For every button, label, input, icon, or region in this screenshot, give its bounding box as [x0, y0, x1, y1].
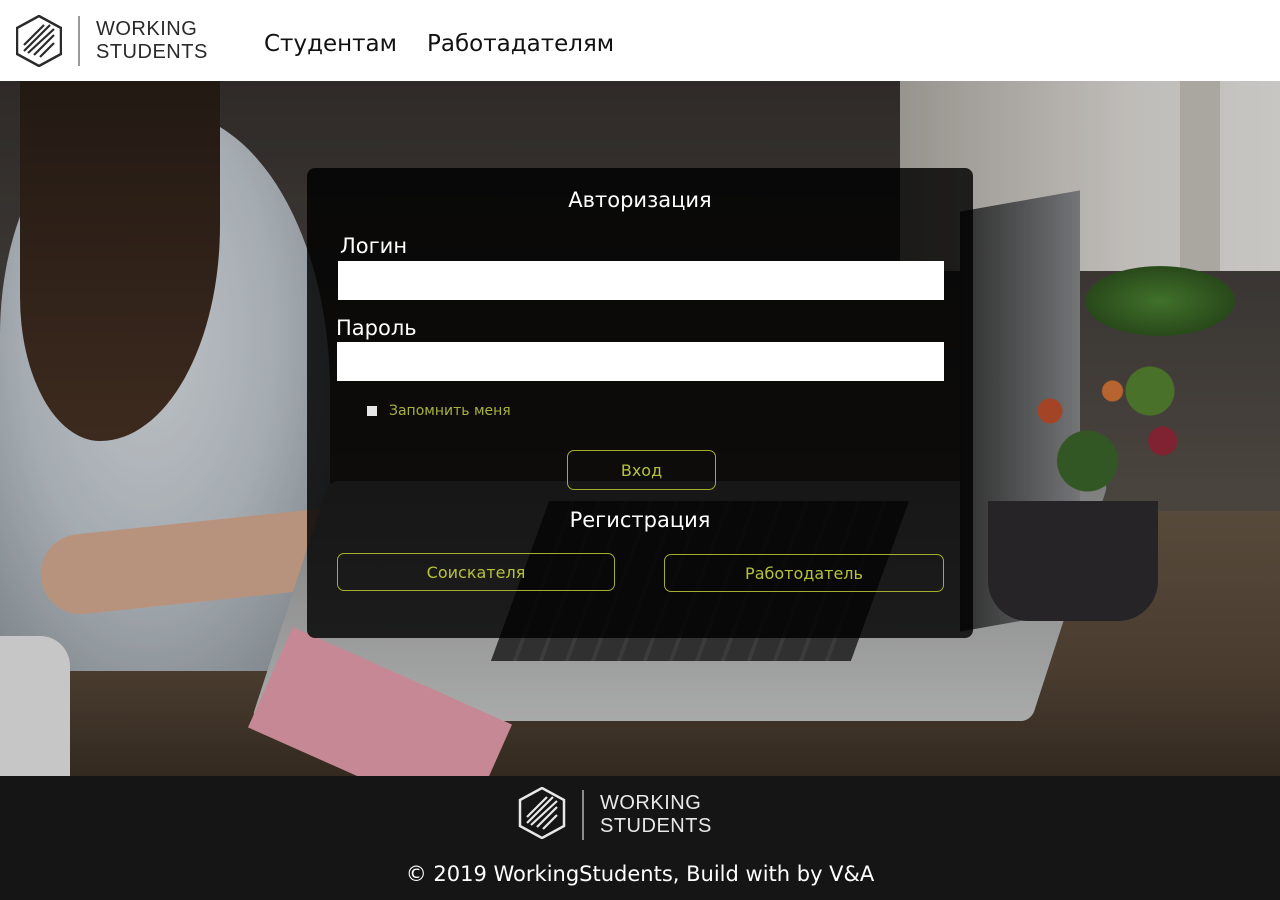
footer-logo-divider [582, 790, 584, 840]
login-title: Авторизация [568, 188, 712, 212]
remember-me-label: Запомнить меня [389, 403, 511, 419]
register-employer-button[interactable]: Работодатель [664, 554, 944, 592]
login-input[interactable] [338, 261, 944, 300]
nav-employers-link[interactable]: Работадателям [427, 29, 614, 59]
logo-mark-icon [16, 15, 62, 67]
footer-logo-line-2: STUDENTS [600, 815, 712, 837]
logo-divider [78, 16, 80, 66]
site-footer: WORKING STUDENTS © 2019 WorkingStudents,… [0, 776, 1280, 900]
password-label: Пароль [336, 316, 417, 340]
footer-logo[interactable]: WORKING STUDENTS [518, 786, 712, 843]
login-label: Логин [340, 234, 408, 258]
remember-me-checkbox[interactable]: Запомнить меня [367, 403, 511, 419]
login-submit-button[interactable]: Вход [567, 450, 716, 490]
copyright-text: © 2019 WorkingStudents, Build with by V&… [405, 862, 875, 886]
nav-students-link[interactable]: Студентам [264, 29, 397, 59]
checkbox-square[interactable] [367, 406, 377, 416]
footer-logo-mark-icon [518, 786, 566, 843]
registration-title: Регистрация [569, 508, 711, 532]
site-header: WORKING STUDENTS Студентам Работадателям [0, 0, 1280, 81]
logo-line-1: WORKING [96, 18, 198, 40]
register-seeker-button[interactable]: Соискателя [337, 553, 615, 591]
footer-logo-text: WORKING STUDENTS [600, 792, 712, 838]
main-nav: Студентам Работадателям [264, 29, 644, 59]
password-input[interactable] [337, 342, 944, 381]
site-logo[interactable]: WORKING STUDENTS [16, 15, 208, 67]
logo-line-2: STUDENTS [96, 41, 208, 63]
footer-logo-line-1: WORKING [600, 792, 702, 814]
logo-text: WORKING STUDENTS [96, 18, 208, 64]
